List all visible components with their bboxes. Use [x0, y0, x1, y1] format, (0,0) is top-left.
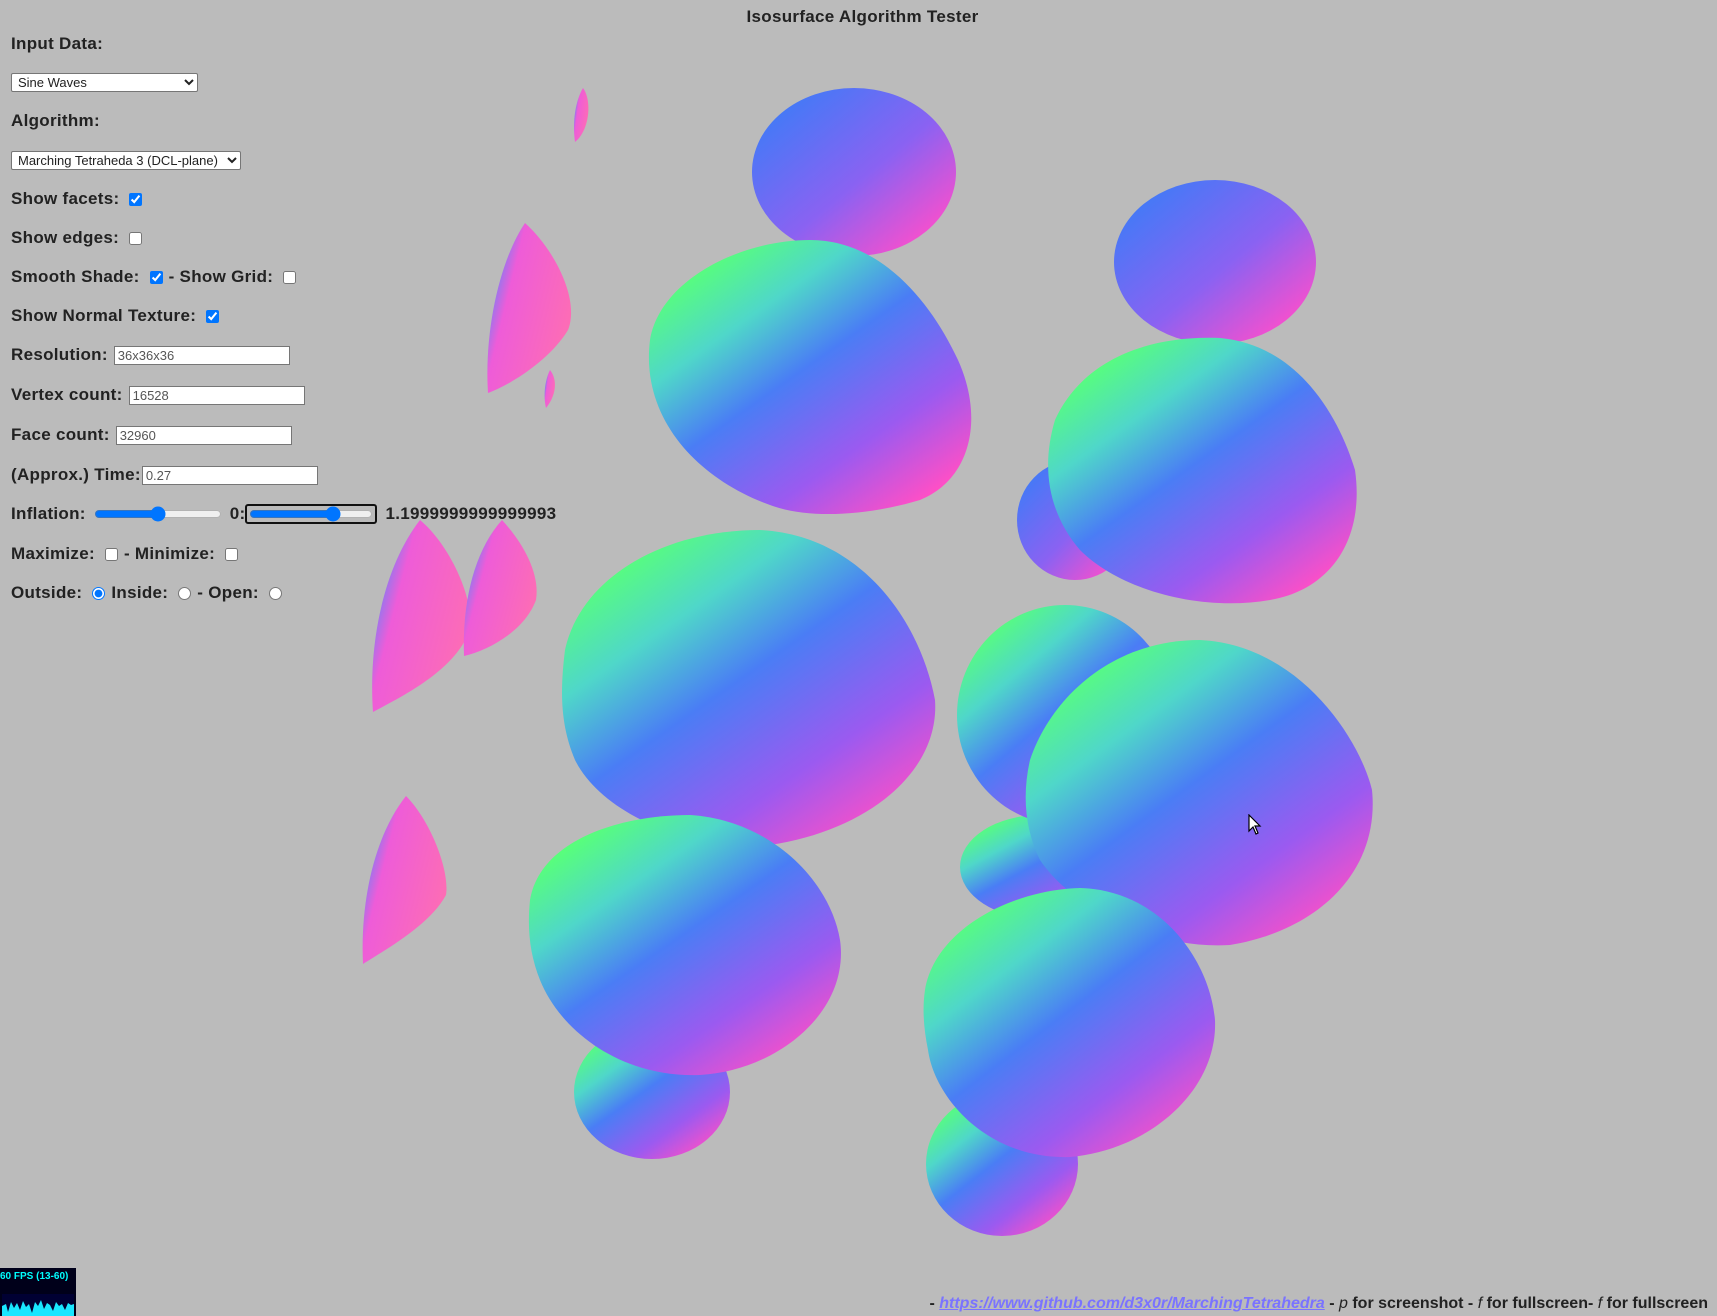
maximize-row: Maximize: - Minimize: — [11, 544, 244, 564]
fullscreen-hint: for fullscreen- — [1482, 1295, 1598, 1312]
show-normal-texture-row: Show Normal Texture: — [11, 306, 225, 326]
show-edges-row: Show edges: — [11, 228, 148, 248]
time-input[interactable] — [141, 465, 318, 485]
footer-bar: - https://www.github.com/d3x0r/MarchingT… — [929, 1295, 1708, 1313]
smooth-shade-label: Smooth Shade: — [11, 267, 140, 286]
inside-label: Inside: — [111, 583, 169, 602]
face-count-row: Face count: — [11, 425, 292, 445]
inflation-value: 1.1999999999999993 — [385, 504, 557, 523]
resolution-row: Resolution: — [11, 345, 290, 365]
maximize-label: Maximize: — [11, 544, 95, 563]
input-data-label: Input Data: — [11, 34, 104, 53]
inflation-fine-slider-box — [245, 504, 378, 524]
show-grid-label: - Show Grid: — [168, 267, 274, 286]
vertex-count-row: Vertex count: — [11, 385, 305, 405]
inflation-label: Inflation: — [11, 504, 86, 523]
fps-graph — [2, 1294, 74, 1316]
screenshot-key: p — [1338, 1295, 1348, 1312]
time-label: (Approx.) Time: — [11, 465, 141, 484]
vertex-count-input[interactable] — [128, 385, 305, 405]
minimize-label: - Minimize: — [123, 544, 216, 563]
show-grid-checkbox[interactable] — [283, 270, 297, 284]
inflation-row: Inflation: 0: 1.1999999999999993 — [11, 504, 556, 524]
open-radio[interactable] — [268, 586, 282, 600]
page-title: Isosurface Algorithm Tester — [746, 7, 979, 26]
time-row: (Approx.) Time: — [11, 465, 318, 485]
isosurface-shard — [544, 370, 555, 408]
isosurface-blob — [562, 530, 936, 846]
outside-label: Outside: — [11, 583, 83, 602]
3d-viewport[interactable] — [0, 0, 1717, 1316]
input-data-row: Input Data: — [11, 34, 103, 54]
input-data-select[interactable]: Sine Waves — [11, 73, 198, 92]
isosurface-blob — [923, 888, 1216, 1158]
inflation-fine-slider[interactable] — [249, 506, 374, 522]
isosurface-shard — [372, 520, 471, 712]
maximize-checkbox[interactable] — [104, 547, 118, 561]
isosurface-blob — [752, 88, 956, 256]
outside-radio[interactable] — [92, 586, 106, 600]
fps-meter: 60 FPS (13-60) — [0, 1268, 76, 1316]
footer-prefix: - — [929, 1295, 940, 1312]
github-link[interactable]: https://www.github.com/d3x0r/MarchingTet… — [939, 1295, 1325, 1312]
show-edges-label: Show edges: — [11, 228, 120, 247]
isosurface-blob — [1114, 180, 1316, 344]
show-edges-checkbox[interactable] — [129, 231, 143, 245]
algorithm-row: Algorithm: — [11, 111, 100, 131]
fps-text: 60 FPS (13-60) — [0, 1271, 69, 1282]
show-facets-row: Show facets: — [11, 189, 148, 209]
inside-radio[interactable] — [178, 586, 192, 600]
footer-sep: - — [1324, 1295, 1339, 1312]
isosurface-blob — [528, 815, 841, 1076]
algorithm-select[interactable]: Marching Tetraheda 3 (DCL-plane) — [11, 151, 241, 170]
face-count-label: Face count: — [11, 425, 110, 444]
input-data-select-row: Sine Waves — [11, 73, 198, 92]
inflation-zero-label: 0: — [229, 504, 246, 523]
vertex-count-label: Vertex count: — [11, 385, 123, 404]
isosurface-shard — [573, 88, 589, 142]
resolution-label: Resolution: — [11, 345, 108, 364]
smooth-shade-row: Smooth Shade: - Show Grid: — [11, 267, 302, 287]
screenshot-hint: for screenshot - — [1347, 1295, 1478, 1312]
open-label: - Open: — [197, 583, 259, 602]
algorithm-label: Algorithm: — [11, 111, 100, 130]
show-normal-texture-label: Show Normal Texture: — [11, 306, 197, 325]
algorithm-select-row: Marching Tetraheda 3 (DCL-plane) — [11, 151, 241, 170]
isosurface-shard — [463, 520, 537, 656]
isosurface-shard — [487, 223, 572, 393]
fullscreen-hint-2: for fullscreen — [1602, 1295, 1708, 1312]
smooth-shade-checkbox[interactable] — [149, 270, 163, 284]
surface-mode-row: Outside: Inside: - Open: — [11, 583, 288, 603]
isosurface-shard — [362, 796, 447, 964]
inflation-slider[interactable] — [93, 506, 222, 522]
show-normal-texture-checkbox[interactable] — [206, 309, 220, 323]
mouse-cursor-icon — [1248, 814, 1262, 835]
face-count-input[interactable] — [115, 425, 292, 445]
show-facets-label: Show facets: — [11, 189, 120, 208]
minimize-checkbox[interactable] — [225, 547, 239, 561]
show-facets-checkbox[interactable] — [129, 192, 143, 206]
isosurface-blob — [648, 240, 972, 515]
resolution-input[interactable] — [113, 345, 290, 365]
